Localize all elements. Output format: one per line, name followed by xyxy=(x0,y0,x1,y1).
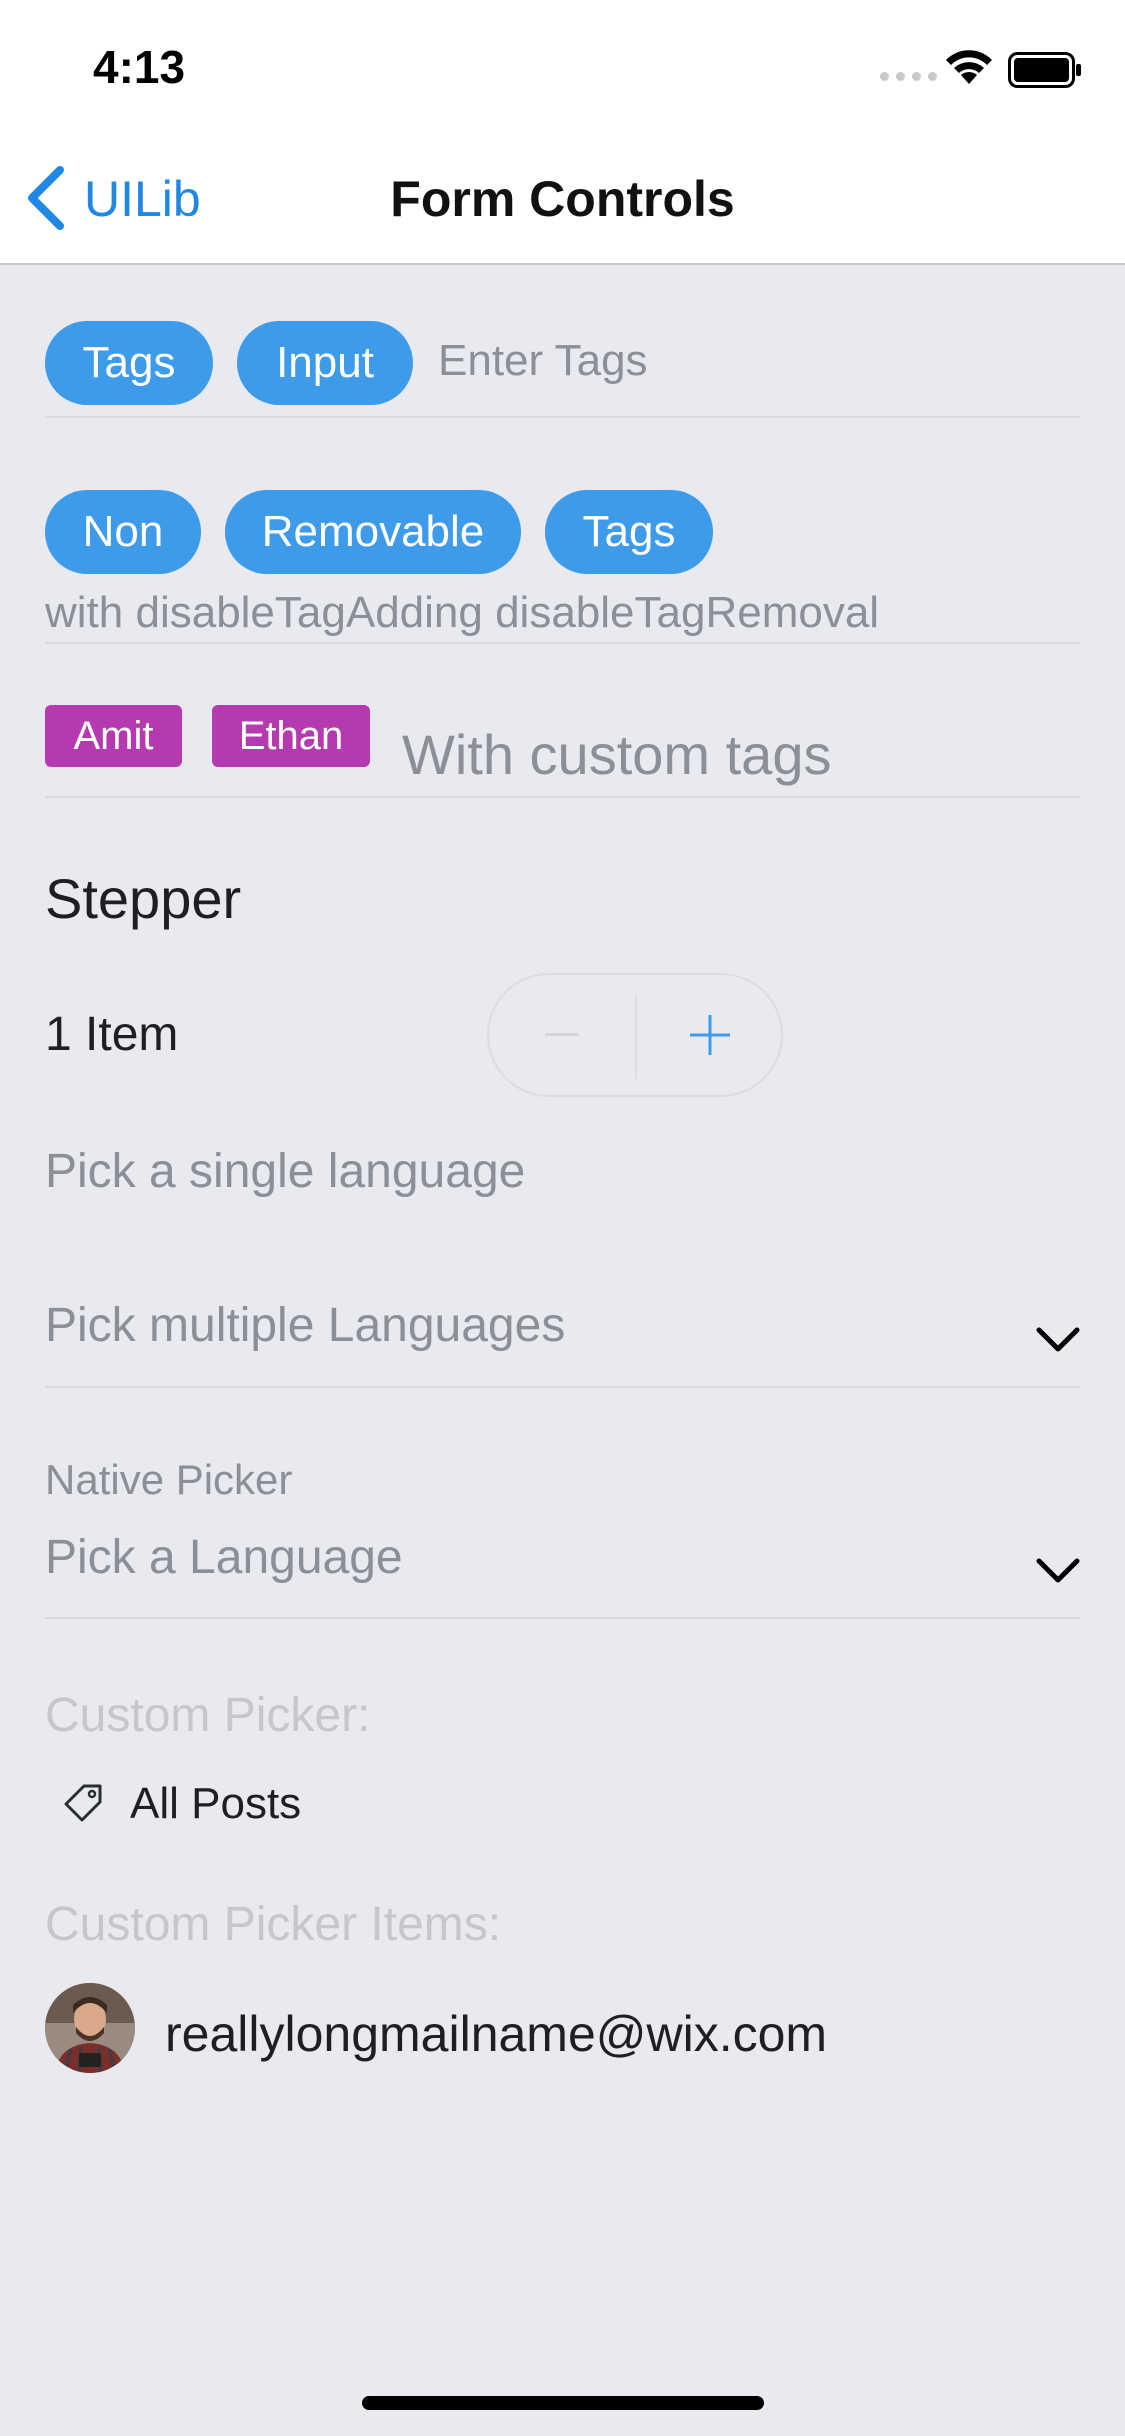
stepper-decrement-button[interactable] xyxy=(489,975,635,1095)
multi-language-picker[interactable]: Pick multiple Languages xyxy=(45,1298,565,1353)
tag-chip: Non xyxy=(45,490,201,574)
cellular-signal-icon xyxy=(880,72,937,81)
custom-picker-items-label: Custom Picker Items: xyxy=(45,1898,502,1951)
tag-chip: Tags xyxy=(545,490,713,574)
custom-picker-label: Custom Picker: xyxy=(45,1689,371,1742)
stepper-value-label: 1 Item xyxy=(45,1008,179,1061)
custom-tag-chip[interactable]: Ethan xyxy=(212,705,370,767)
divider xyxy=(45,1617,1080,1619)
page-title: Form Controls xyxy=(390,171,735,227)
custom-tags-input[interactable]: With custom tags xyxy=(402,722,831,787)
tag-chip: Removable xyxy=(225,490,521,574)
picker-item-email[interactable]: reallylongmailname@wix.com xyxy=(165,2005,827,2063)
stepper-section-title: Stepper xyxy=(45,867,242,930)
single-language-picker[interactable]: Pick a single language xyxy=(45,1144,525,1199)
battery-icon xyxy=(1008,52,1084,93)
tag-chip[interactable]: Tags xyxy=(45,321,213,405)
chevron-down-icon[interactable] xyxy=(1036,1326,1080,1359)
wifi-icon xyxy=(944,48,994,91)
native-picker[interactable]: Pick a Language xyxy=(45,1530,403,1585)
quantity-stepper xyxy=(487,973,783,1097)
tag-icon xyxy=(62,1782,104,1829)
custom-tag-chip[interactable]: Amit xyxy=(45,705,182,767)
divider xyxy=(45,796,1080,798)
non-removable-caption: with disableTagAdding disableTagRemoval xyxy=(45,588,880,637)
divider xyxy=(45,416,1080,418)
avatar[interactable] xyxy=(45,1983,135,2073)
divider xyxy=(45,1386,1080,1388)
status-time: 4:13 xyxy=(93,41,186,93)
tag-chip[interactable]: Input xyxy=(237,321,413,405)
native-picker-label: Native Picker xyxy=(45,1456,293,1503)
plus-icon xyxy=(690,1015,730,1055)
chevron-down-icon[interactable] xyxy=(1036,1557,1080,1590)
home-indicator xyxy=(362,2396,764,2410)
tags-input-field[interactable]: Enter Tags xyxy=(438,336,648,386)
stepper-increment-button[interactable] xyxy=(637,975,783,1095)
custom-picker-value[interactable]: All Posts xyxy=(130,1779,301,1829)
minus-icon xyxy=(545,1033,579,1036)
divider xyxy=(45,642,1080,644)
